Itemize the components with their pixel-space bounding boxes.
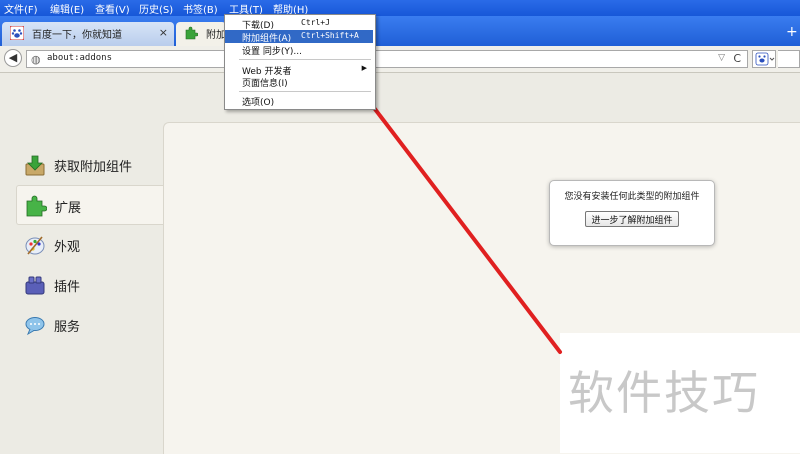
menu-item-addons[interactable]: 附加组件(A) Ctrl+Shift+A xyxy=(225,30,373,44)
menu-item-downloads[interactable]: 下载(D) Ctrl+J xyxy=(225,17,373,31)
menu-item-sync-settings[interactable]: 设置 同步(Y)... xyxy=(225,43,373,57)
menu-item-options[interactable]: 选项(O) xyxy=(225,94,373,108)
menu-separator xyxy=(239,91,371,92)
shortcut-label: Ctrl+Shift+A xyxy=(301,31,359,40)
shortcut-label: Ctrl+J xyxy=(301,18,330,27)
submenu-arrow-icon: ▶ xyxy=(361,64,367,72)
menu-item-page-info[interactable]: 页面信息(I) xyxy=(225,75,373,89)
menu-separator xyxy=(239,59,371,60)
tools-dropdown-menu: 下载(D) Ctrl+J 附加组件(A) Ctrl+Shift+A 设置 同步(… xyxy=(224,14,376,110)
annotation-arrow xyxy=(318,38,562,354)
